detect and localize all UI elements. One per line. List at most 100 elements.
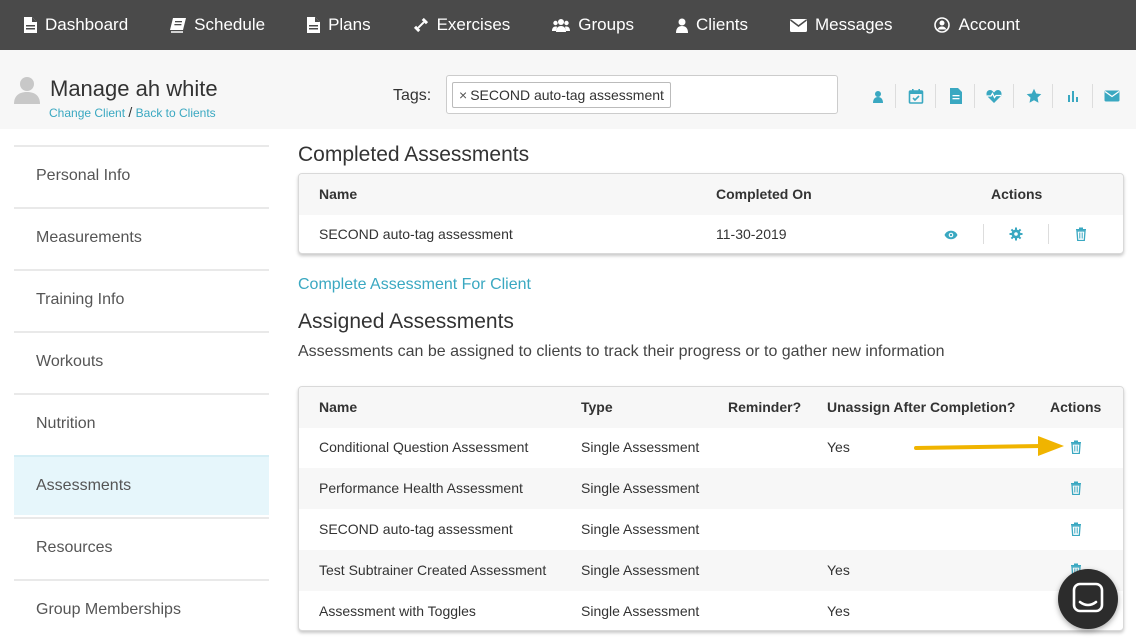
book-icon bbox=[170, 17, 187, 33]
document-icon[interactable] bbox=[948, 88, 964, 104]
nav-label: Groups bbox=[578, 15, 635, 34]
nav-exercises[interactable]: Exercises bbox=[413, 15, 511, 35]
sidebar-item-resources[interactable]: Resources bbox=[14, 517, 269, 577]
heartbeat-icon[interactable] bbox=[986, 88, 1002, 104]
bar-chart-icon[interactable] bbox=[1065, 88, 1081, 104]
envelope-icon[interactable] bbox=[1104, 88, 1120, 104]
user-icon bbox=[676, 18, 689, 33]
assessment-type: Single Assessment bbox=[581, 603, 700, 619]
chat-launcher-button[interactable] bbox=[1058, 569, 1118, 629]
nav-schedule[interactable]: Schedule bbox=[170, 15, 265, 35]
sidebar-item-label: Resources bbox=[36, 539, 113, 556]
nav-label: Schedule bbox=[194, 15, 266, 34]
assessment-type: Single Assessment bbox=[581, 480, 700, 496]
sidebar-item-workouts[interactable]: Workouts bbox=[14, 331, 269, 391]
table-row: Performance Health Assessment Single Ass… bbox=[299, 468, 1123, 509]
assessment-name: Test Subtrainer Created Assessment bbox=[319, 562, 547, 578]
table-row: Assessment with Toggles Single Assessmen… bbox=[299, 591, 1123, 630]
divider bbox=[895, 84, 896, 108]
divider bbox=[935, 84, 936, 108]
completed-assessments-table: Name Completed On Actions SECOND auto-ta… bbox=[298, 173, 1124, 254]
trash-icon[interactable] bbox=[1074, 227, 1088, 241]
table-row: Test Subtrainer Created Assessment Singl… bbox=[299, 550, 1123, 591]
nav-label: Clients bbox=[696, 15, 748, 34]
link-separator: / bbox=[128, 104, 133, 120]
assessment-type: Single Assessment bbox=[581, 439, 700, 455]
document-icon bbox=[24, 17, 37, 33]
eye-icon[interactable] bbox=[944, 228, 958, 242]
assigned-assessments-table: Name Type Reminder? Unassign After Compl… bbox=[298, 386, 1124, 631]
trash-icon[interactable] bbox=[1069, 522, 1083, 536]
table-header: Name Type Reminder? Unassign After Compl… bbox=[299, 387, 1123, 428]
trash-icon[interactable] bbox=[1069, 440, 1083, 454]
envelope-icon bbox=[790, 18, 807, 32]
column-header-type: Type bbox=[581, 399, 613, 415]
trash-icon[interactable] bbox=[1069, 481, 1083, 495]
sidebar-item-assessments[interactable]: Assessments bbox=[14, 455, 269, 515]
table-row: SECOND auto-tag assessment Single Assess… bbox=[299, 509, 1123, 550]
nav-label: Plans bbox=[328, 15, 371, 34]
completed-date: 11-30-2019 bbox=[716, 226, 787, 242]
assessment-name: Performance Health Assessment bbox=[319, 480, 523, 496]
complete-assessment-link[interactable]: Complete Assessment For Client bbox=[298, 276, 531, 294]
assessment-name: SECOND auto-tag assessment bbox=[319, 521, 513, 537]
unassign-value: Yes bbox=[827, 562, 850, 578]
gear-icon[interactable] bbox=[1009, 227, 1023, 241]
table-header: Name Completed On Actions bbox=[299, 174, 1123, 215]
column-header-reminder: Reminder? bbox=[728, 399, 802, 415]
top-nav: Dashboard Schedule Plans Exercises Group… bbox=[0, 0, 1136, 50]
assessment-name: SECOND auto-tag assessment bbox=[319, 226, 513, 242]
client-links: Change Client / Back to Clients bbox=[49, 104, 216, 120]
divider bbox=[974, 84, 975, 108]
sidebar-item-measurements[interactable]: Measurements bbox=[14, 207, 269, 267]
account-circle-icon bbox=[934, 17, 951, 33]
sidebar-item-label: Measurements bbox=[36, 229, 142, 246]
sidebar-item-group-memberships[interactable]: Group Memberships bbox=[14, 579, 269, 639]
sidebar-item-label: Nutrition bbox=[36, 415, 96, 432]
sidebar-item-label: Assessments bbox=[36, 477, 132, 494]
assessment-name: Conditional Question Assessment bbox=[319, 439, 529, 455]
column-header-unassign: Unassign After Completion? bbox=[827, 399, 1016, 415]
divider bbox=[1013, 84, 1014, 108]
assessment-name: Assessment with Toggles bbox=[319, 603, 476, 619]
star-icon[interactable] bbox=[1026, 88, 1042, 104]
user-icon[interactable] bbox=[870, 88, 886, 104]
calendar-check-icon[interactable] bbox=[908, 88, 924, 104]
divider bbox=[1048, 224, 1049, 244]
nav-dashboard[interactable]: Dashboard bbox=[24, 15, 128, 35]
sidebar-item-training-info[interactable]: Training Info bbox=[14, 269, 269, 329]
nav-messages[interactable]: Messages bbox=[790, 15, 892, 35]
assigned-assessments-heading: Assigned Assessments bbox=[298, 310, 514, 333]
nav-label: Exercises bbox=[436, 15, 511, 34]
nav-plans[interactable]: Plans bbox=[307, 15, 371, 35]
tag-remove-button[interactable]: × bbox=[459, 87, 467, 103]
back-to-clients-link[interactable]: Back to Clients bbox=[136, 106, 216, 120]
assigned-assessments-description: Assessments can be assigned to clients t… bbox=[298, 343, 945, 360]
document-icon bbox=[307, 17, 321, 33]
nav-clients[interactable]: Clients bbox=[676, 15, 748, 35]
tags-input[interactable]: × SECOND auto-tag assessment bbox=[446, 75, 838, 114]
column-header-actions: Actions bbox=[991, 186, 1043, 202]
dumbbell-icon bbox=[413, 17, 428, 33]
sidebar-item-label: Personal Info bbox=[36, 167, 131, 184]
avatar-icon bbox=[14, 77, 40, 104]
chat-icon bbox=[1072, 582, 1104, 613]
divider bbox=[983, 224, 984, 244]
nav-account[interactable]: Account bbox=[934, 15, 1020, 35]
nav-groups[interactable]: Groups bbox=[552, 15, 634, 35]
assessment-type: Single Assessment bbox=[581, 562, 700, 578]
tags-label: Tags: bbox=[393, 87, 432, 104]
sidebar-item-personal-info[interactable]: Personal Info bbox=[14, 145, 269, 205]
divider bbox=[1052, 84, 1053, 108]
change-client-link[interactable]: Change Client bbox=[49, 106, 125, 120]
sidebar-item-nutrition[interactable]: Nutrition bbox=[14, 393, 269, 453]
sidebar-item-label: Group Memberships bbox=[36, 601, 181, 618]
unassign-value: Yes bbox=[827, 603, 850, 619]
column-header-name: Name bbox=[319, 399, 358, 415]
completed-assessments-heading: Completed Assessments bbox=[298, 143, 530, 166]
nav-label: Messages bbox=[815, 15, 893, 34]
nav-label: Dashboard bbox=[45, 15, 129, 34]
annotation-arrow bbox=[914, 436, 1064, 456]
sidebar-item-label: Training Info bbox=[36, 291, 125, 308]
column-header-actions: Actions bbox=[1050, 399, 1102, 415]
